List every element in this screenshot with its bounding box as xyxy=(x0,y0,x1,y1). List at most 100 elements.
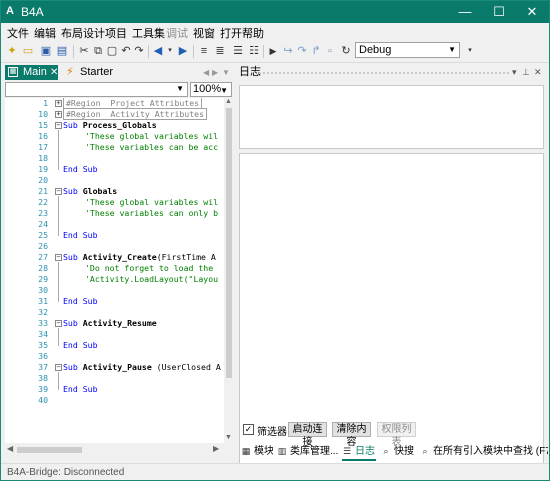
tab-main[interactable]: ▦ Main ✕ xyxy=(5,65,58,80)
paste-icon[interactable]: ▢ xyxy=(105,44,119,58)
close-icon[interactable]: ✕ xyxy=(534,65,542,80)
tab-quick-search[interactable]: ⌕ 快搜 xyxy=(381,444,415,459)
tab-starter[interactable]: ⚡ Starter xyxy=(63,65,123,80)
redo-icon[interactable]: ↷ xyxy=(132,44,146,58)
comment-icon[interactable]: ☰ xyxy=(231,44,245,58)
collapse-icon[interactable]: − xyxy=(55,320,62,327)
expand-icon[interactable]: + xyxy=(55,100,62,107)
menu-project[interactable]: 项目 xyxy=(105,25,127,41)
collapse-icon[interactable]: − xyxy=(55,254,62,261)
close-button[interactable]: ✕ xyxy=(515,1,549,23)
menu-tools[interactable]: 工具集 xyxy=(132,25,165,41)
code-line[interactable]: 31 End Sub xyxy=(5,296,224,307)
code-line[interactable]: 32 xyxy=(5,307,224,318)
tab-scroll-left-icon[interactable]: ◀ xyxy=(203,65,209,80)
save-all-icon[interactable]: ▤ xyxy=(55,44,69,58)
code-line[interactable]: 15− Sub Process_Globals xyxy=(5,120,224,131)
code-line[interactable]: 33− Sub Activity_Resume xyxy=(5,318,224,329)
back-dropdown-icon[interactable]: ▾ xyxy=(163,44,177,58)
tab-list-icon[interactable]: ▼ xyxy=(222,65,230,80)
code-line[interactable]: 37− Sub Activity_Pause (UserClosed A xyxy=(5,362,224,373)
menu-debug[interactable]: 调试 xyxy=(166,25,188,41)
editor-horizontal-scrollbar[interactable]: ◀ ▶ xyxy=(5,444,234,456)
code-line[interactable]: 28 'Do not forget to load the xyxy=(5,263,224,274)
step-into-icon[interactable]: ↪ xyxy=(281,44,295,58)
tab-libraries[interactable]: ▥ 类库管理... xyxy=(277,444,339,459)
code-line[interactable]: 38 xyxy=(5,373,224,384)
zoom-select[interactable]: 100% ▼ xyxy=(190,82,232,97)
menu-help[interactable]: 打开帮助 xyxy=(220,25,264,41)
code-line[interactable]: 22 'These global variables wil xyxy=(5,197,224,208)
code-line[interactable]: 34 xyxy=(5,329,224,340)
undo-icon[interactable]: ↶ xyxy=(119,44,133,58)
code-line[interactable]: 20 xyxy=(5,175,224,186)
menu-edit[interactable]: 编辑 xyxy=(34,25,56,41)
open-file-icon[interactable]: ▭ xyxy=(21,44,35,58)
code-editor[interactable]: 1 + #Region Project Attributes 10 + #Region A… xyxy=(5,98,224,443)
code-line[interactable]: 25 End Sub xyxy=(5,230,224,241)
code-line[interactable]: 17 'These variables can be acc xyxy=(5,142,224,153)
pin-icon[interactable]: ⊥ xyxy=(522,65,530,80)
scroll-down-icon[interactable]: ▼ xyxy=(225,434,232,441)
panel-grip[interactable] xyxy=(259,72,509,74)
menu-file[interactable]: 文件 xyxy=(7,25,29,41)
code-line[interactable]: 18 xyxy=(5,153,224,164)
maximize-button[interactable]: ☐ xyxy=(482,1,516,23)
code-line[interactable]: 35 End Sub xyxy=(5,340,224,351)
code-line[interactable]: 19 End Sub xyxy=(5,164,224,175)
menu-designer[interactable]: 布局设计 xyxy=(61,25,105,41)
cut-icon[interactable]: ✂ xyxy=(77,44,91,58)
code-line[interactable]: 16 'These global variables wil xyxy=(5,131,224,142)
collapse-icon[interactable]: − xyxy=(55,122,62,129)
scrollbar-thumb[interactable] xyxy=(17,447,82,453)
menu-windows[interactable]: 视窗 xyxy=(193,25,215,41)
collapse-icon[interactable]: − xyxy=(55,188,62,195)
uncomment-icon[interactable]: ☷ xyxy=(247,44,261,58)
toolbar-overflow-icon[interactable]: ▾ xyxy=(463,44,477,58)
scroll-up-icon[interactable]: ▲ xyxy=(225,98,232,105)
code-line[interactable]: 10 + #Region Activity Attributes xyxy=(5,108,224,120)
code-line[interactable]: 23 'These variables can only b xyxy=(5,208,224,219)
permissions-button[interactable]: 权限列表 xyxy=(377,422,416,448)
save-icon[interactable]: ▣ xyxy=(39,44,53,58)
code-line[interactable]: 36 xyxy=(5,351,224,362)
editor-vertical-scrollbar[interactable]: ▲ ▼ xyxy=(224,98,234,443)
indent-icon[interactable]: ≡ xyxy=(197,44,211,58)
copy-icon[interactable]: ⧉ xyxy=(91,44,105,58)
tab-scroll-right-icon[interactable]: ▶ xyxy=(212,65,218,80)
new-file-icon[interactable]: ✦ xyxy=(5,44,19,58)
expand-icon[interactable]: + xyxy=(55,111,62,118)
tab-modules[interactable]: ▦ 模块 xyxy=(241,444,273,459)
code-line[interactable]: 40 xyxy=(5,395,224,406)
member-select[interactable]: ▼ xyxy=(5,82,188,97)
clear-log-button[interactable]: 清除内容 xyxy=(332,422,371,448)
scroll-right-icon[interactable]: ▶ xyxy=(213,444,219,453)
connect-button[interactable]: 启动连接 xyxy=(288,422,327,448)
panel-menu-icon[interactable]: ▾ xyxy=(512,65,517,80)
code-line[interactable]: 39 End Sub xyxy=(5,384,224,395)
outdent-icon[interactable]: ≣ xyxy=(213,44,227,58)
code-line[interactable]: 26 xyxy=(5,241,224,252)
build-config-select[interactable]: Debug ▼ xyxy=(355,42,460,58)
code-line[interactable]: 27− Sub Activity_Create(FirstTime A xyxy=(5,252,224,263)
minimize-button[interactable]: — xyxy=(448,1,482,23)
step-over-icon[interactable]: ↷ xyxy=(295,44,309,58)
refresh-icon[interactable]: ↻ xyxy=(339,44,353,58)
forward-icon[interactable]: ▶ xyxy=(176,44,190,58)
title-bar[interactable]: A B4A — ☐ ✕ xyxy=(1,1,549,23)
tab-find-all[interactable]: ⌕ 在所有引入模块中查找 (F7) xyxy=(420,444,548,459)
step-out-icon[interactable]: ↱ xyxy=(309,44,323,58)
code-line[interactable]: 24 xyxy=(5,219,224,230)
stop-icon[interactable]: ▫ xyxy=(323,44,337,58)
scrollbar-thumb[interactable] xyxy=(226,108,232,378)
log-filter-box[interactable] xyxy=(239,85,544,149)
collapse-icon[interactable]: − xyxy=(55,364,62,371)
close-icon[interactable]: ✕ xyxy=(50,65,58,80)
tab-logs[interactable]: ☰ 日志 xyxy=(342,444,376,461)
scroll-left-icon[interactable]: ◀ xyxy=(7,444,13,453)
filter-checkbox[interactable]: ✓ xyxy=(243,424,254,435)
code-line[interactable]: 30 xyxy=(5,285,224,296)
run-icon[interactable]: ▶ xyxy=(266,44,280,58)
code-line[interactable]: 21− Sub Globals xyxy=(5,186,224,197)
code-line[interactable]: 29 'Activity.LoadLayout("Layou xyxy=(5,274,224,285)
